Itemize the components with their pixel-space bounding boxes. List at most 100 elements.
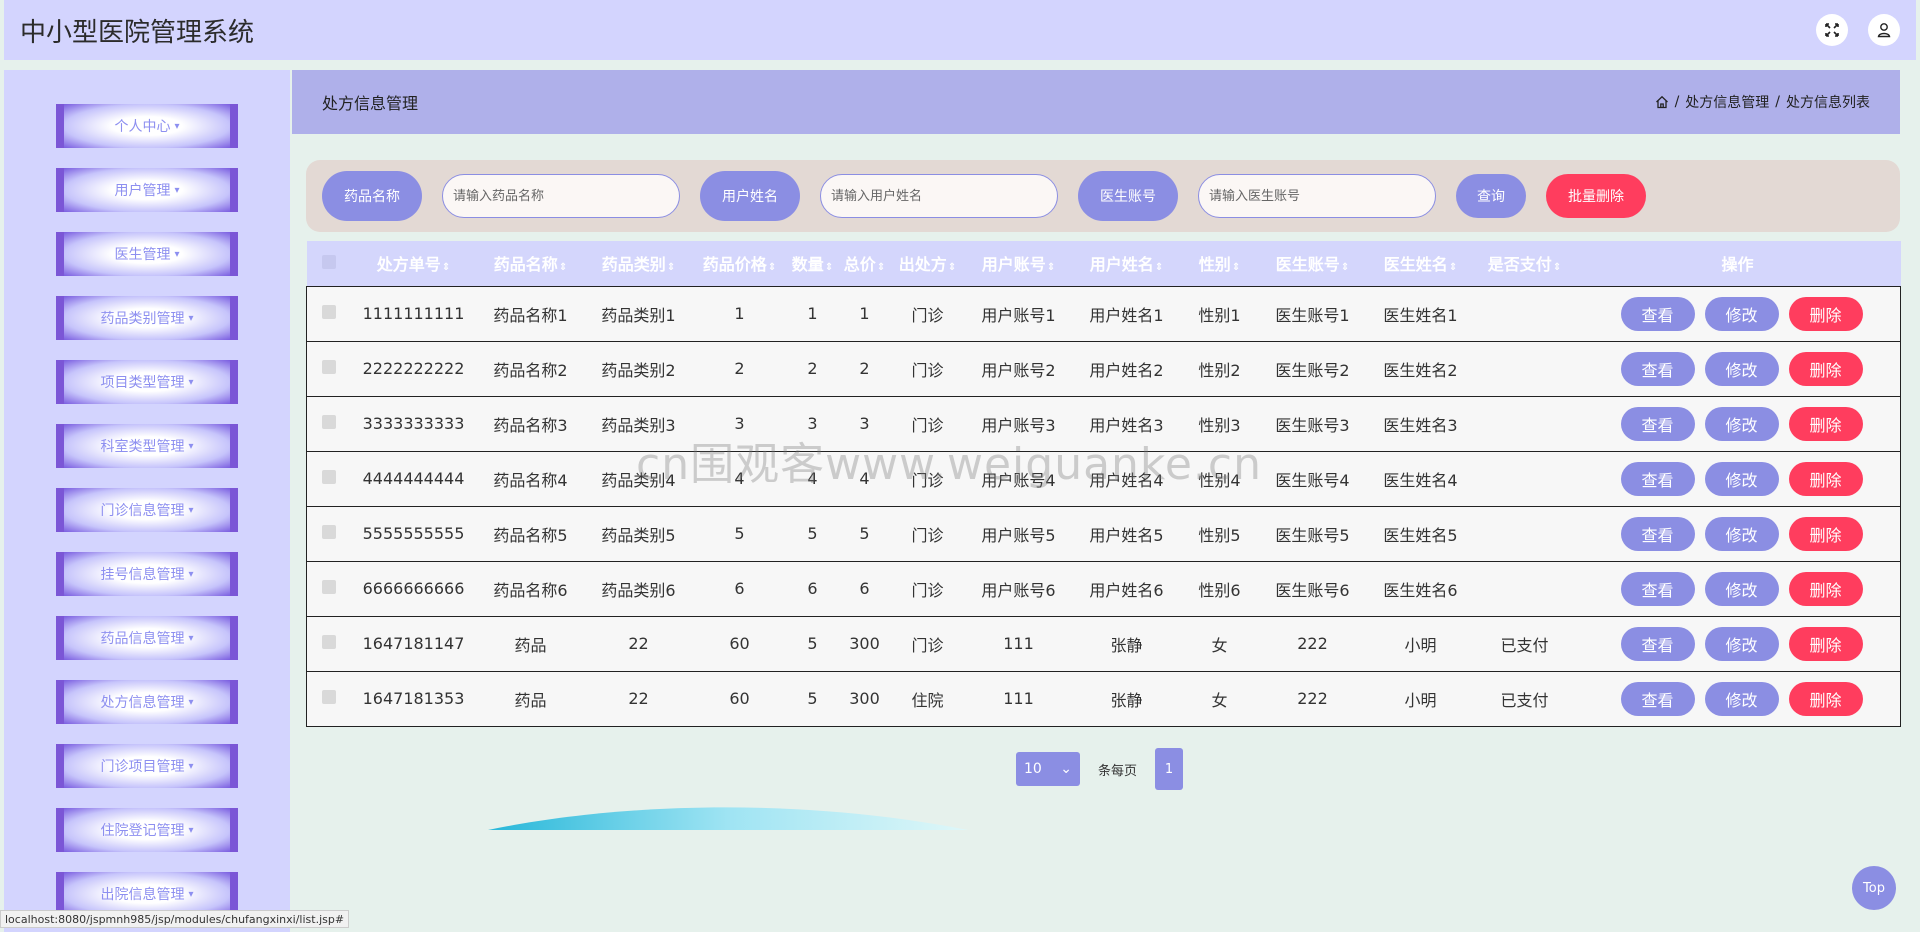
delete-button[interactable]: 删除 — [1788, 351, 1863, 386]
table-cell: 1 — [859, 304, 870, 323]
doctor-account-input[interactable] — [1198, 174, 1436, 218]
table-cell: 药品名称6 — [493, 580, 568, 600]
column-header[interactable]: 药品价格⇕ — [693, 241, 787, 286]
view-button[interactable]: 查看 — [1620, 626, 1695, 661]
view-button[interactable]: 查看 — [1620, 571, 1695, 606]
delete-button[interactable]: 删除 — [1788, 406, 1863, 441]
column-header[interactable]: 总价⇕ — [839, 241, 891, 286]
status-url: localhost:8080/jspmnh985/jsp/modules/chu… — [0, 910, 350, 928]
table-cell: 已支付 — [1500, 635, 1549, 655]
column-header[interactable]: 用户账号⇕ — [965, 241, 1073, 286]
chevron-down-icon: ▾ — [188, 696, 194, 708]
table-cell: 门诊 — [911, 525, 944, 545]
table-cell: 6 — [734, 579, 745, 598]
sidebar-item-drug-info[interactable]: 药品信息管理 ▾ — [56, 616, 238, 660]
user-name-input[interactable] — [820, 174, 1058, 218]
chevron-down-icon: ▾ — [174, 248, 180, 260]
edit-button[interactable]: 修改 — [1704, 681, 1779, 716]
chevron-down-icon: ▾ — [188, 824, 194, 836]
delete-button[interactable]: 删除 — [1788, 461, 1863, 496]
table-cell — [1475, 341, 1575, 396]
breadcrumb-item[interactable]: 处方信息管理 — [1685, 92, 1769, 112]
column-header[interactable]: 用户姓名⇕ — [1073, 241, 1181, 286]
column-header[interactable]: 数量⇕ — [787, 241, 839, 286]
column-header[interactable]: 药品类别⇕ — [585, 241, 693, 286]
row-checkbox[interactable] — [321, 360, 336, 374]
table-cell: 1 — [807, 304, 818, 323]
column-header[interactable]: 医生账号⇕ — [1259, 241, 1367, 286]
delete-button[interactable]: 删除 — [1788, 681, 1863, 716]
column-header[interactable]: 药品名称⇕ — [477, 241, 585, 286]
delete-button[interactable]: 删除 — [1788, 571, 1863, 606]
table-cell: 小明 — [1404, 635, 1437, 655]
table-cell: 药品 — [514, 690, 547, 710]
table-cell: 1647181353 — [362, 689, 465, 708]
sidebar-item-department-type[interactable]: 科室类型管理 ▾ — [56, 424, 238, 468]
sidebar-item-outpatient-info[interactable]: 门诊信息管理 ▾ — [56, 488, 238, 532]
view-button[interactable]: 查看 — [1620, 406, 1695, 441]
table-cell: 已支付 — [1500, 690, 1549, 710]
row-checkbox[interactable] — [321, 690, 336, 704]
sidebar-item-label: 药品类别管理 — [100, 311, 185, 327]
column-header[interactable]: 性别⇕ — [1181, 241, 1259, 286]
sidebar-item-user-management[interactable]: 用户管理 ▾ — [56, 168, 238, 212]
fullscreen-button[interactable] — [1816, 14, 1848, 46]
sidebar-item-drug-category[interactable]: 药品类别管理 ▾ — [56, 296, 238, 340]
view-button[interactable]: 查看 — [1620, 681, 1695, 716]
table-cell: 60 — [729, 689, 750, 708]
edit-button[interactable]: 修改 — [1704, 351, 1779, 386]
sort-icon: ⇕ — [824, 262, 834, 274]
view-button[interactable]: 查看 — [1620, 516, 1695, 551]
delete-button[interactable]: 删除 — [1788, 516, 1863, 551]
chevron-down-icon: ⌄ — [1060, 761, 1072, 777]
edit-button[interactable]: 修改 — [1704, 516, 1779, 551]
sidebar: 个人中心 ▾ 用户管理 ▾ 医生管理 ▾ 药品类别管理 ▾ 项目类型管理 ▾ 科室类型管理… — [4, 70, 290, 932]
edit-button[interactable]: 修改 — [1704, 626, 1779, 661]
row-checkbox[interactable] — [321, 415, 336, 429]
table-cell — [1475, 506, 1575, 561]
user-button[interactable] — [1868, 14, 1900, 46]
edit-button[interactable]: 修改 — [1704, 296, 1779, 331]
select-all-checkbox[interactable] — [321, 254, 336, 269]
table-cell: 医生账号4 — [1275, 470, 1350, 490]
drug-name-input[interactable] — [442, 174, 680, 218]
row-actions: 查看 修改 删除 — [1575, 506, 1901, 561]
table-cell: 张静 — [1110, 635, 1143, 655]
column-header[interactable]: 是否支付⇕ — [1475, 241, 1575, 286]
query-button[interactable]: 查询 — [1456, 174, 1526, 218]
sidebar-item-prescription-info[interactable]: 处方信息管理 ▾ — [56, 680, 238, 724]
page-size-select[interactable]: 10 ⌄ — [1016, 752, 1080, 786]
sidebar-item-outpatient-project[interactable]: 门诊项目管理 ▾ — [56, 744, 238, 788]
view-button[interactable]: 查看 — [1620, 351, 1695, 386]
sidebar-item-hospitalization[interactable]: 住院登记管理 ▾ — [56, 808, 238, 852]
column-header[interactable]: 出处方⇕ — [891, 241, 965, 286]
batch-delete-button[interactable]: 批量删除 — [1546, 174, 1646, 218]
view-button[interactable]: 查看 — [1620, 296, 1695, 331]
sidebar-item-registration-info[interactable]: 挂号信息管理 ▾ — [56, 552, 238, 596]
row-checkbox[interactable] — [321, 580, 336, 594]
sidebar-item-personal-center[interactable]: 个人中心 ▾ — [56, 104, 238, 148]
view-button[interactable]: 查看 — [1620, 461, 1695, 496]
page-number-current[interactable]: 1 — [1155, 748, 1184, 790]
edit-button[interactable]: 修改 — [1704, 406, 1779, 441]
home-icon[interactable] — [1655, 95, 1669, 109]
sidebar-item-project-type[interactable]: 项目类型管理 ▾ — [56, 360, 238, 404]
delete-button[interactable]: 删除 — [1788, 296, 1863, 331]
table-cell: 4 — [734, 469, 745, 488]
table-cell: 门诊 — [911, 360, 944, 380]
table-cell: 女 — [1211, 690, 1228, 710]
back-to-top-button[interactable]: Top — [1852, 866, 1896, 910]
row-checkbox[interactable] — [321, 525, 336, 539]
row-checkbox[interactable] — [321, 470, 336, 484]
row-checkbox[interactable] — [321, 635, 336, 649]
delete-button[interactable]: 删除 — [1788, 626, 1863, 661]
edit-button[interactable]: 修改 — [1704, 571, 1779, 606]
edit-button[interactable]: 修改 — [1704, 461, 1779, 496]
column-header[interactable]: 处方单号⇕ — [351, 241, 477, 286]
column-header[interactable]: 医生姓名⇕ — [1367, 241, 1475, 286]
pagination: 10 ⌄ 条每页 1 — [1016, 748, 1184, 790]
sidebar-item-doctor-management[interactable]: 医生管理 ▾ — [56, 232, 238, 276]
row-select-cell — [307, 506, 351, 561]
row-checkbox[interactable] — [321, 305, 336, 319]
table-cell: 医生账号3 — [1275, 415, 1350, 435]
